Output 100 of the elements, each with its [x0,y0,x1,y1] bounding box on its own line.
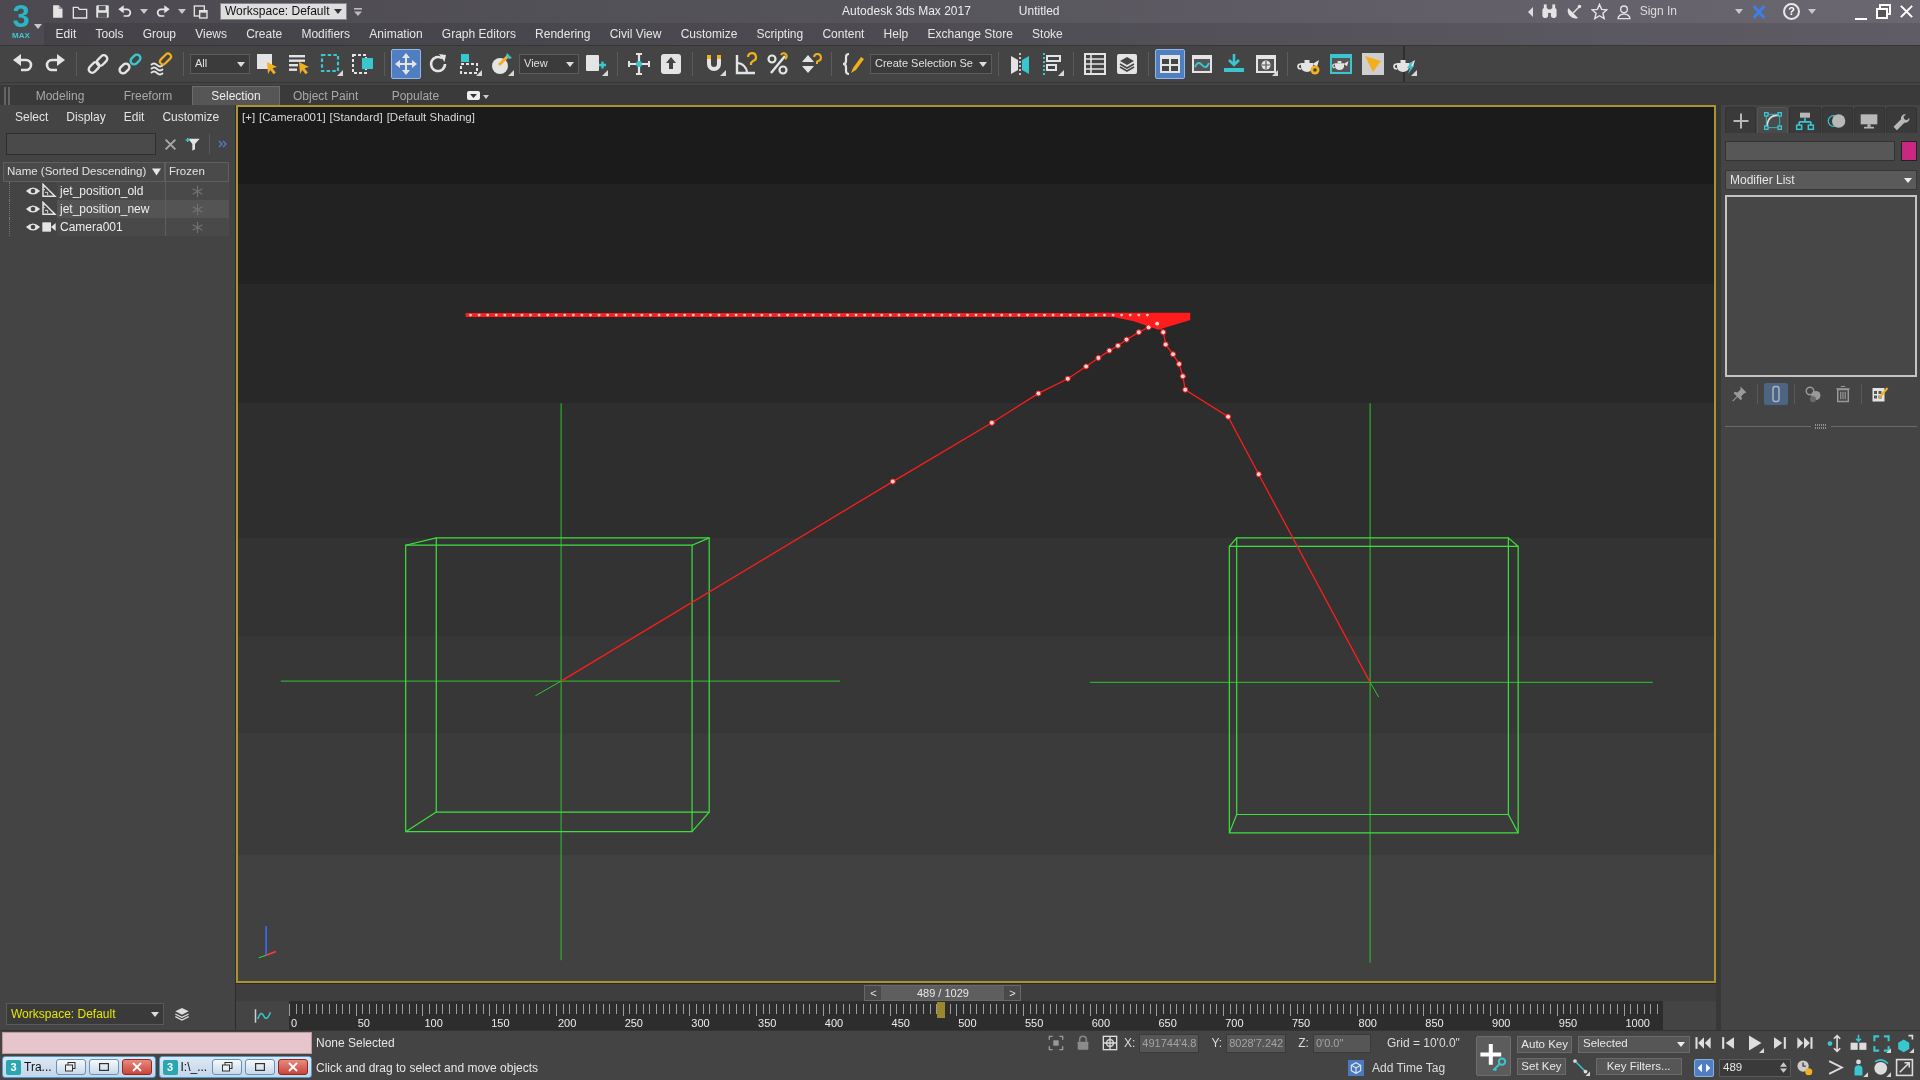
menu-item[interactable]: Animation [359,26,433,42]
minimized-window[interactable]: 3 Tra... [2,1056,156,1078]
clear-icon[interactable] [164,137,177,151]
menu-item[interactable]: Graph Editors [432,26,526,42]
object-name[interactable]: jet_position_new [57,200,165,218]
set-key-button[interactable]: Set Key [1517,1058,1566,1075]
column-header[interactable]: Name (Sorted Descending) [3,162,165,182]
caret-icon[interactable] [178,9,186,14]
time-slider-track[interactable]: < 489 / 1029 > [236,983,1716,1001]
maximize-button[interactable] [88,1059,119,1075]
object-name-field[interactable] [1725,141,1895,161]
menu-caret-icon[interactable] [354,7,362,16]
redo-arrow-icon[interactable] [155,3,171,20]
modifier-list-dropdown[interactable]: Modifier List [1725,170,1917,190]
cube-arrow-icon[interactable] [1895,1033,1914,1053]
viewport-label[interactable]: [+] [242,111,256,125]
color-swatch[interactable] [1901,141,1917,161]
viewport-label[interactable]: [Default Shading] [386,111,475,125]
grip-dots-icon[interactable] [1815,424,1827,429]
toolbar-dropdown[interactable]: All [190,54,250,74]
toolbar-dropdown[interactable]: Create Selection Se [870,54,992,74]
menu-item[interactable]: Edit [114,109,154,125]
page-icon[interactable] [50,4,65,19]
maximize-button[interactable] [245,1059,275,1075]
next-frame-button[interactable]: > [1004,985,1021,1000]
restore-button[interactable] [212,1059,242,1075]
user-icon[interactable] [1615,3,1632,20]
tangent-line-icon[interactable] [1571,1057,1590,1076]
search-field[interactable] [6,133,156,155]
toolbar-dropdown[interactable]: View [519,54,579,74]
menu-item[interactable]: Civil View [600,26,672,42]
close-icon[interactable] [1899,4,1914,19]
motion-tab[interactable] [1821,107,1853,133]
create-tab[interactable] [1725,107,1757,133]
menu-item[interactable]: Modifiers [291,26,360,42]
utilities-tab[interactable] [1885,107,1918,133]
minimized-window[interactable]: 3 I:\_... [158,1056,312,1078]
maxscript-field[interactable] [2,1032,312,1054]
time-tag-label[interactable]: Add Time Tag [1372,1060,1446,1075]
menu-item[interactable]: Customize [153,109,229,125]
star-icon[interactable] [1590,3,1608,20]
tiles-arrow-icon[interactable] [1849,1033,1868,1053]
key-set-dropdown[interactable]: Selected [1578,1035,1690,1053]
crosshair-square-icon[interactable] [1102,1035,1118,1052]
menu-item[interactable]: Scripting [746,26,813,42]
clock-gear-icon[interactable] [1796,1059,1813,1077]
ribbon-tab[interactable]: Freeform [104,86,192,105]
caret-icon[interactable] [1735,9,1743,14]
set-keys-button[interactable] [1476,1035,1512,1076]
modify-tab[interactable] [1757,107,1789,133]
menu-item[interactable]: Exchange Store [917,26,1023,42]
current-frame-marker[interactable] [937,1002,945,1018]
workspace-dropdown[interactable]: Workspace: Default [220,3,347,20]
ribbon-toggle-button[interactable] [1154,49,1185,79]
menu-item[interactable]: Rendering [525,26,601,42]
caret-icon[interactable] [140,9,148,14]
column-header[interactable]: Frozen [165,162,229,182]
binoculars-icon[interactable] [1540,3,1558,20]
previous-frame-button[interactable]: < [865,985,882,1000]
restore-button[interactable] [55,1059,86,1075]
curve-icon[interactable] [253,1006,272,1025]
viewport-label[interactable]: [Camera001] [259,111,326,125]
ribbon-tab[interactable]: Populate [371,86,460,105]
undo-arrow-icon[interactable] [117,3,133,20]
modifier-stack-list[interactable] [1725,195,1917,377]
maximize-viewport-icon[interactable] [1895,1058,1914,1078]
lock-icon[interactable] [1075,1035,1091,1052]
corner-brackets-icon[interactable] [1872,1033,1891,1053]
close-button[interactable] [121,1059,152,1075]
menu-item[interactable]: Tools [85,26,134,42]
menu-item[interactable]: Select [6,109,58,125]
window-stack-icon[interactable] [193,3,209,20]
object-name[interactable]: jet_position_old [57,182,165,200]
menu-item[interactable]: Stoke [1022,26,1073,42]
move-button[interactable] [391,49,421,79]
close-button[interactable] [278,1059,308,1075]
sign-in-link[interactable]: Sign In [1639,4,1677,19]
satellite-dish-icon[interactable] [1565,3,1583,20]
restore-icon[interactable] [1876,4,1891,19]
track-bar[interactable] [289,1001,1663,1030]
caret-icon[interactable] [34,24,42,29]
frame-field[interactable]: 489 [1719,1058,1791,1077]
isolate-frame-icon[interactable] [1048,1035,1064,1052]
help-button[interactable]: ? [1783,3,1800,20]
menu-item[interactable]: Group [133,26,186,42]
filter-icon[interactable] [185,136,201,152]
key-filters-button[interactable]: Key Filters... [1595,1058,1682,1075]
left-caret-icon[interactable] [1527,6,1533,17]
ribbon-options-icon[interactable] [467,90,490,101]
menu-item[interactable]: Create [236,26,292,42]
menu-item[interactable]: Help [874,26,918,42]
end-result-button[interactable] [1764,383,1788,405]
workspace-dropdown[interactable]: Workspace: Default [6,1003,164,1025]
menu-item[interactable]: Content [812,26,874,42]
hierarchy-tab[interactable] [1789,107,1821,133]
time-slider-thumb[interactable]: < 489 / 1029 > [864,984,1022,1001]
caret-icon[interactable] [1808,9,1816,14]
display-tab[interactable] [1853,107,1885,133]
layers-icon[interactable] [174,1006,190,1022]
time-tag-cube-icon[interactable] [1348,1059,1364,1076]
